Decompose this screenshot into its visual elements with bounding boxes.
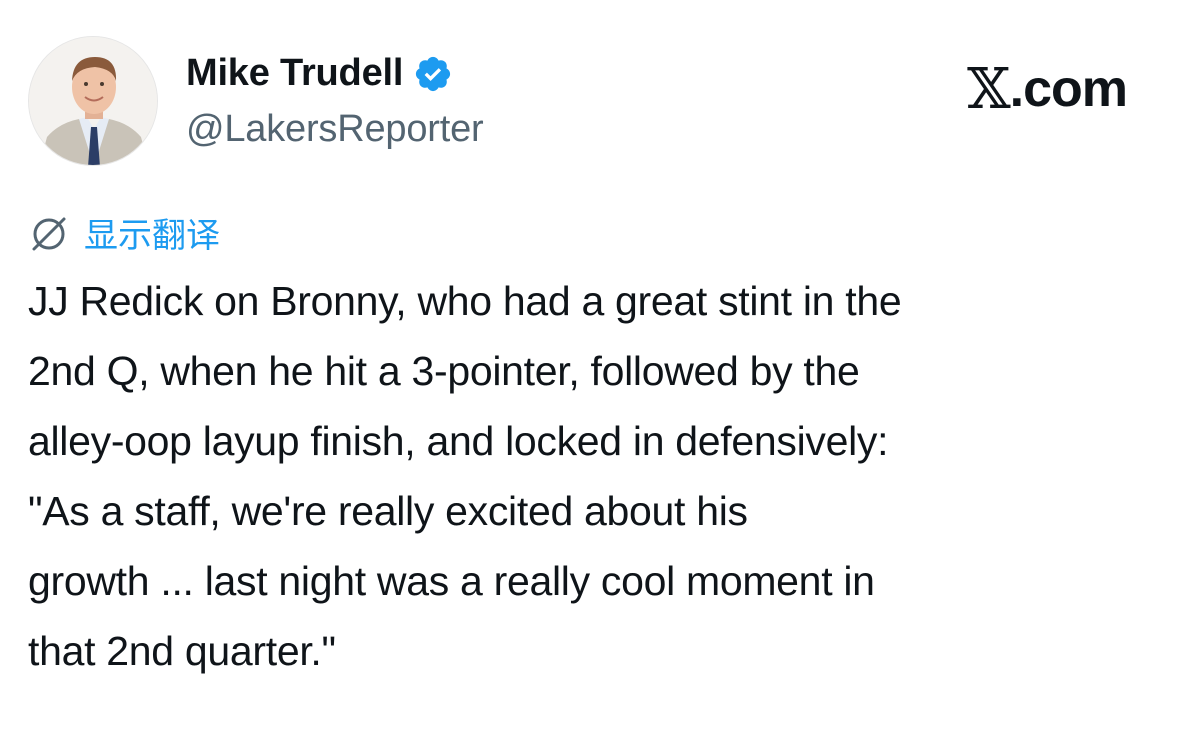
- globe-slash-icon: [28, 212, 70, 254]
- show-translation-label[interactable]: 显示翻译: [84, 208, 220, 257]
- tweet-text: JJ Redick on Bronny, who had a great sti…: [28, 278, 902, 674]
- verified-badge-icon: [413, 54, 453, 94]
- avatar-image: [29, 37, 157, 165]
- brand-suffix: .com: [1009, 59, 1128, 118]
- author-display-name[interactable]: Mike Trudell: [186, 52, 403, 95]
- author-handle[interactable]: @LakersReporter: [186, 108, 484, 151]
- author-name-row: Mike Trudell: [186, 52, 453, 95]
- x-logo-icon: 𝕏: [967, 57, 1010, 122]
- avatar[interactable]: [28, 36, 158, 166]
- x-com-logo: 𝕏 .com: [967, 56, 1128, 122]
- tweet-card: Mike Trudell @LakersReporter 𝕏 .com 显示翻译…: [0, 0, 1179, 731]
- show-translation-button[interactable]: 显示翻译: [28, 208, 220, 257]
